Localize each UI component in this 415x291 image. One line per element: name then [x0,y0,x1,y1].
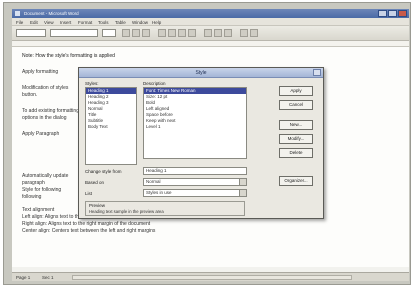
list-label: List [85,191,93,196]
based-on-label: Based on [85,180,105,185]
doc-line: Apply Paragraph [22,131,60,137]
title-bar: Document - Microsoft Word [12,9,409,18]
menu-help[interactable]: Help [152,20,161,25]
monitor-bezel: Document - Microsoft Word File Edit View… [3,2,411,285]
dialog-close-icon[interactable] [313,69,321,76]
font-combo[interactable] [50,29,98,37]
chevron-down-icon [239,179,246,185]
doc-line: Modification of styles [22,85,69,91]
font-color-button[interactable] [250,29,258,37]
align-right-button[interactable] [178,29,186,37]
doc-line: Center align: Centers text between the l… [22,228,156,234]
style-list-item[interactable]: Body Text [86,124,136,130]
app-icon [15,11,20,16]
description-list[interactable]: Font: Times New Roman Size: 12 pt Bold L… [143,87,247,159]
underline-button[interactable] [142,29,150,37]
formatting-toolbar [12,26,409,41]
doc-line: button. [22,92,38,98]
styles-list[interactable]: Heading 1 Heading 2 Heading 3 Normal Tit… [85,87,137,165]
doc-line: Text alignment [22,207,55,213]
highlight-button[interactable] [240,29,248,37]
chevron-down-icon [239,190,246,196]
list-select[interactable]: Styles in use [143,189,247,197]
doc-line: paragraph [22,180,45,186]
style-combo[interactable] [16,29,46,37]
menu-insert[interactable]: Insert [60,20,71,25]
screen: Document - Microsoft Word File Edit View… [12,9,409,281]
minimize-button[interactable] [378,10,387,17]
delete-button[interactable]: Delete [279,148,313,158]
menu-bar: File Edit View Insert Format Tools Table… [12,18,409,26]
indent-button[interactable] [224,29,232,37]
new-button[interactable]: New... [279,120,313,130]
doc-line: Style for following [22,187,62,193]
italic-button[interactable] [132,29,140,37]
preview-label: Preview [89,203,106,208]
modify-button[interactable]: Modify... [279,134,313,144]
dialog-title: Style [195,70,207,76]
bullets-button[interactable] [214,29,222,37]
dialog-title-bar: Style [79,68,323,78]
menu-view[interactable]: View [44,20,54,25]
based-on-select[interactable]: Normal [143,178,247,186]
preview-box: Preview Heading text sample in the previ… [85,201,245,216]
horizontal-scrollbar[interactable] [72,275,352,280]
close-button[interactable] [398,10,407,17]
size-combo[interactable] [102,29,116,37]
organizer-button[interactable]: Organizer... [279,176,313,186]
doc-line: Apply formatting [22,69,59,75]
menu-file[interactable]: File [16,20,23,25]
doc-line: options in the dialog [22,115,67,121]
description-item[interactable]: Level 1 [144,124,246,130]
numbering-button[interactable] [204,29,212,37]
status-bar: Page 1 Sec 1 [12,272,409,281]
align-center-button[interactable] [168,29,176,37]
bold-button[interactable] [122,29,130,37]
status-section: Sec 1 [42,275,54,280]
styles-label: Styles: [85,81,99,86]
cancel-button[interactable]: Cancel [279,100,313,110]
doc-line: Right align: Aligns text to the right ma… [22,221,151,227]
list-value: Styles in use [146,190,172,195]
style-name-field[interactable]: Heading 1 [143,167,247,175]
based-on-value: Normal [146,179,161,184]
maximize-button[interactable] [388,10,397,17]
doc-line: To add existing formatting [22,108,79,114]
doc-line: Note: How the style's formatting is appl… [22,53,115,59]
doc-line: following [22,194,42,200]
menu-edit[interactable]: Edit [30,20,38,25]
menu-format[interactable]: Format [78,20,92,25]
justify-button[interactable] [188,29,196,37]
menu-window[interactable]: Window [132,20,148,25]
apply-button[interactable]: Apply [279,86,313,96]
style-name-label: Change style from [85,169,122,174]
window-title: Document - Microsoft Word [24,11,79,16]
description-label: Description [143,81,166,86]
doc-line: Automatically update [22,173,69,179]
menu-tools[interactable]: Tools [98,20,109,25]
preview-text: Heading text sample in the preview area [89,209,164,214]
status-page: Page 1 [16,275,31,280]
style-dialog: Style Styles: Heading 1 Heading 2 Headin… [78,67,324,219]
align-left-button[interactable] [158,29,166,37]
menu-table[interactable]: Table [115,20,126,25]
